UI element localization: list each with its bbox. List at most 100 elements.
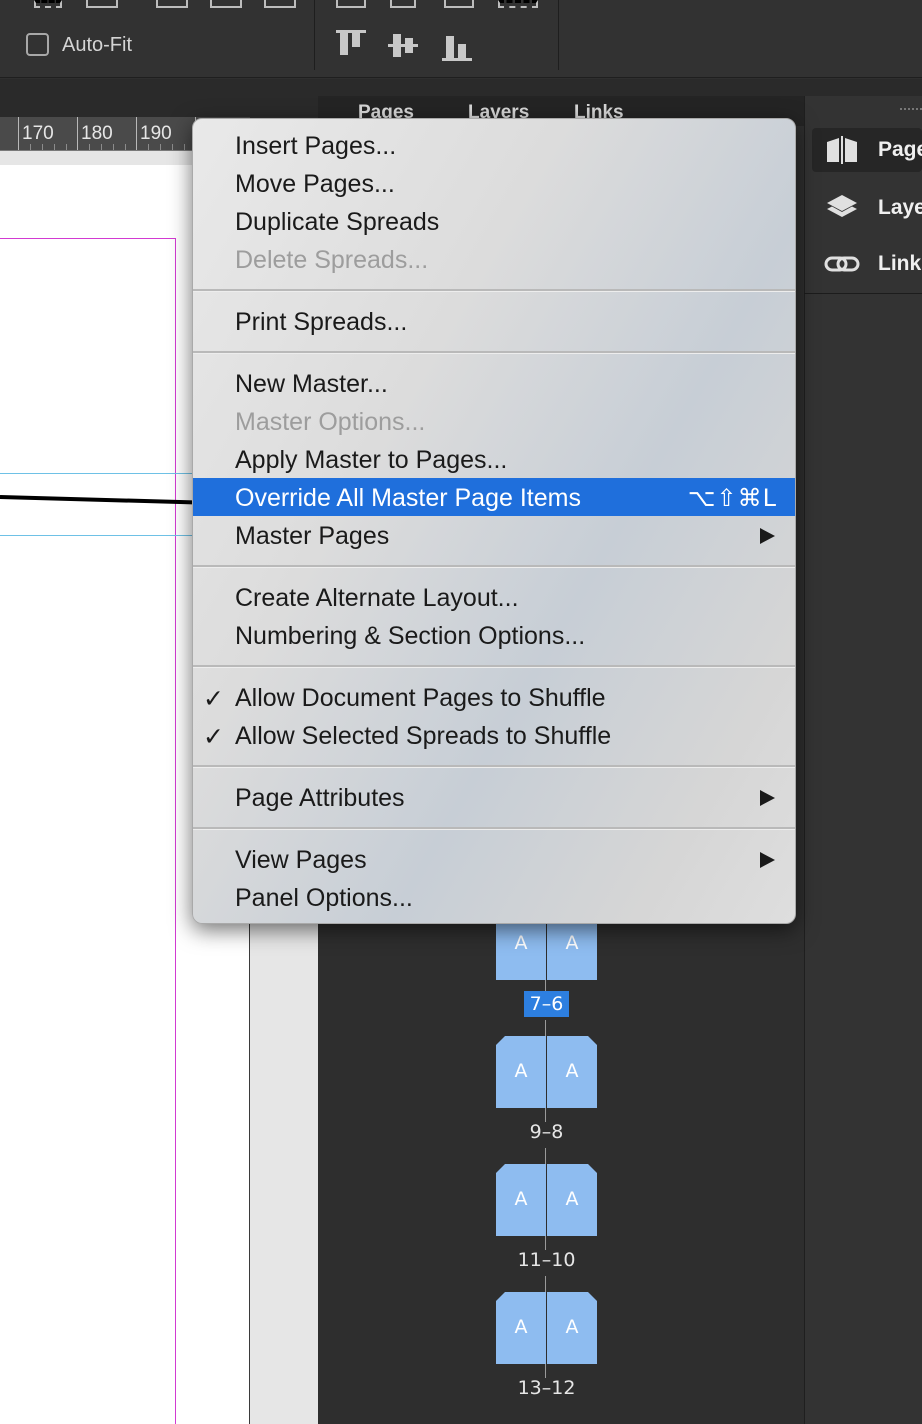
menu-separator bbox=[193, 565, 795, 568]
fill-frame-icon[interactable] bbox=[264, 0, 296, 8]
menu-item-label: Insert Pages... bbox=[235, 132, 397, 160]
master-prefix: A bbox=[565, 932, 579, 954]
menu-item-label: Allow Document Pages to Shuffle bbox=[235, 684, 606, 712]
menu-item-new-master[interactable]: New Master... bbox=[193, 364, 795, 402]
align-top-stub-icon[interactable] bbox=[336, 0, 366, 8]
menu-item-label: Duplicate Spreads bbox=[235, 208, 440, 236]
menu-separator bbox=[193, 765, 795, 768]
dock-item-pages[interactable]: Pages bbox=[812, 128, 922, 172]
menu-separator bbox=[193, 827, 795, 830]
menu-item-master-options: Master Options... bbox=[193, 402, 795, 440]
menu-item-label: New Master... bbox=[235, 370, 388, 398]
dock-item-label: Pages bbox=[878, 138, 922, 161]
align-vertical-centers-icon[interactable] bbox=[386, 30, 420, 62]
pages-panel-menu: Insert Pages... Move Pages... Duplicate … bbox=[192, 118, 796, 924]
submenu-arrow-icon bbox=[760, 528, 775, 544]
spread-label[interactable]: 7–6 bbox=[496, 991, 597, 1017]
align-top-edges-icon[interactable] bbox=[334, 30, 368, 62]
ruler-label: 170 bbox=[22, 123, 54, 144]
menu-item-allow-selected-spreads-shuffle[interactable]: ✓ Allow Selected Spreads to Shuffle bbox=[193, 716, 795, 754]
menu-item-label: Panel Options... bbox=[235, 884, 413, 912]
submenu-arrow-icon bbox=[760, 790, 775, 806]
dock-grip-handle[interactable] bbox=[900, 108, 922, 114]
menu-item-create-alternate-layout[interactable]: Create Alternate Layout... bbox=[193, 578, 795, 616]
menu-item-allow-document-pages-shuffle[interactable]: ✓ Allow Document Pages to Shuffle bbox=[193, 678, 795, 716]
spread-label-text: 7–6 bbox=[523, 991, 570, 1017]
dock-divider bbox=[804, 293, 922, 294]
spread-label-text: 13–12 bbox=[517, 1377, 576, 1399]
autofit-checkbox[interactable] bbox=[26, 33, 49, 56]
toolbar-divider bbox=[558, 0, 559, 70]
menu-item-master-pages[interactable]: Master Pages bbox=[193, 516, 795, 554]
menu-item-label: Delete Spreads... bbox=[235, 246, 429, 274]
layers-icon bbox=[824, 194, 860, 222]
links-icon bbox=[824, 250, 860, 278]
spread-thumbnail[interactable]: A A bbox=[496, 1036, 597, 1108]
spread-label[interactable]: 13–12 bbox=[496, 1377, 597, 1399]
ruler-tick bbox=[77, 117, 78, 150]
align-bottom-stub-icon[interactable] bbox=[444, 0, 474, 8]
menu-item-view-pages[interactable]: View Pages bbox=[193, 840, 795, 878]
spread-thumbnail[interactable]: A A bbox=[496, 1164, 597, 1236]
menu-item-page-attributes[interactable]: Page Attributes bbox=[193, 778, 795, 816]
page-thumbnail[interactable]: A bbox=[547, 1292, 597, 1364]
menu-item-label: Apply Master to Pages... bbox=[235, 446, 508, 474]
page-thumbnail[interactable]: A bbox=[496, 1164, 546, 1236]
align-center-stub-icon[interactable] bbox=[390, 0, 416, 8]
margin-guide bbox=[175, 238, 176, 1424]
dock-item-label: Links bbox=[878, 252, 922, 275]
menu-item-label: Page Attributes bbox=[235, 784, 405, 812]
ruler-label: 180 bbox=[81, 123, 113, 144]
spread-label-text: 11–10 bbox=[517, 1249, 576, 1271]
submenu-arrow-icon bbox=[760, 852, 775, 868]
menu-item-apply-master[interactable]: Apply Master to Pages... bbox=[193, 440, 795, 478]
menu-item-label: Master Options... bbox=[235, 408, 426, 436]
menu-item-label: Move Pages... bbox=[235, 170, 395, 198]
menu-item-duplicate-spreads[interactable]: Duplicate Spreads bbox=[193, 202, 795, 240]
center-content-icon[interactable] bbox=[210, 0, 242, 8]
menu-item-numbering-section-options[interactable]: Numbering & Section Options... bbox=[193, 616, 795, 654]
autofit-label: Auto-Fit bbox=[62, 34, 133, 56]
master-prefix: A bbox=[565, 1316, 579, 1338]
menu-item-print-spreads[interactable]: Print Spreads... bbox=[193, 302, 795, 340]
master-prefix: A bbox=[565, 1188, 579, 1210]
fit-frame-icon[interactable] bbox=[156, 0, 188, 8]
menu-item-label: Print Spreads... bbox=[235, 308, 408, 336]
master-prefix: A bbox=[514, 932, 528, 954]
menu-item-panel-options[interactable]: Panel Options... bbox=[193, 878, 795, 916]
menu-item-label: Master Pages bbox=[235, 522, 390, 550]
margin-guide bbox=[0, 238, 175, 239]
panel-dock bbox=[804, 96, 922, 1424]
page-thumbnail[interactable]: A bbox=[547, 1036, 597, 1108]
menu-item-insert-pages[interactable]: Insert Pages... bbox=[193, 126, 795, 164]
checkmark-icon: ✓ bbox=[203, 684, 224, 713]
spread-label[interactable]: 9–8 bbox=[496, 1121, 597, 1143]
page-thumbnail[interactable]: A bbox=[547, 1164, 597, 1236]
master-prefix: A bbox=[514, 1316, 528, 1338]
spread-label[interactable]: 11–10 bbox=[496, 1249, 597, 1271]
menu-item-delete-spreads: Delete Spreads... bbox=[193, 240, 795, 278]
ruler-tick bbox=[136, 117, 137, 150]
master-prefix: A bbox=[565, 1060, 579, 1082]
dock-item-layers[interactable]: Layers bbox=[812, 186, 922, 230]
menu-item-move-pages[interactable]: Move Pages... bbox=[193, 164, 795, 202]
fit-content-icon[interactable] bbox=[86, 0, 118, 8]
menu-item-label: Allow Selected Spreads to Shuffle bbox=[235, 722, 612, 750]
spread-label-text: 9–8 bbox=[529, 1121, 564, 1143]
page-thumbnail[interactable]: A bbox=[496, 1292, 546, 1364]
dock-item-label: Layers bbox=[878, 196, 922, 219]
distribute-dropdown-icon[interactable] bbox=[498, 0, 538, 8]
menu-item-label: View Pages bbox=[235, 846, 367, 874]
menu-separator bbox=[193, 351, 795, 354]
page-thumbnail[interactable]: A bbox=[496, 1036, 546, 1108]
keyboard-shortcut: ⌥⇧⌘L bbox=[687, 484, 777, 512]
dock-item-links[interactable]: Links bbox=[812, 242, 922, 286]
master-prefix: A bbox=[514, 1188, 528, 1210]
spread-thumbnail[interactable]: A A bbox=[496, 1292, 597, 1364]
align-bottom-edges-icon[interactable] bbox=[440, 30, 474, 62]
menu-separator bbox=[193, 289, 795, 292]
frame-fitting-icon[interactable] bbox=[34, 0, 62, 8]
menu-item-label: Numbering & Section Options... bbox=[235, 622, 586, 650]
menu-item-override-all-master-items[interactable]: Override All Master Page Items ⌥⇧⌘L bbox=[193, 478, 795, 516]
checkmark-icon: ✓ bbox=[203, 722, 224, 751]
